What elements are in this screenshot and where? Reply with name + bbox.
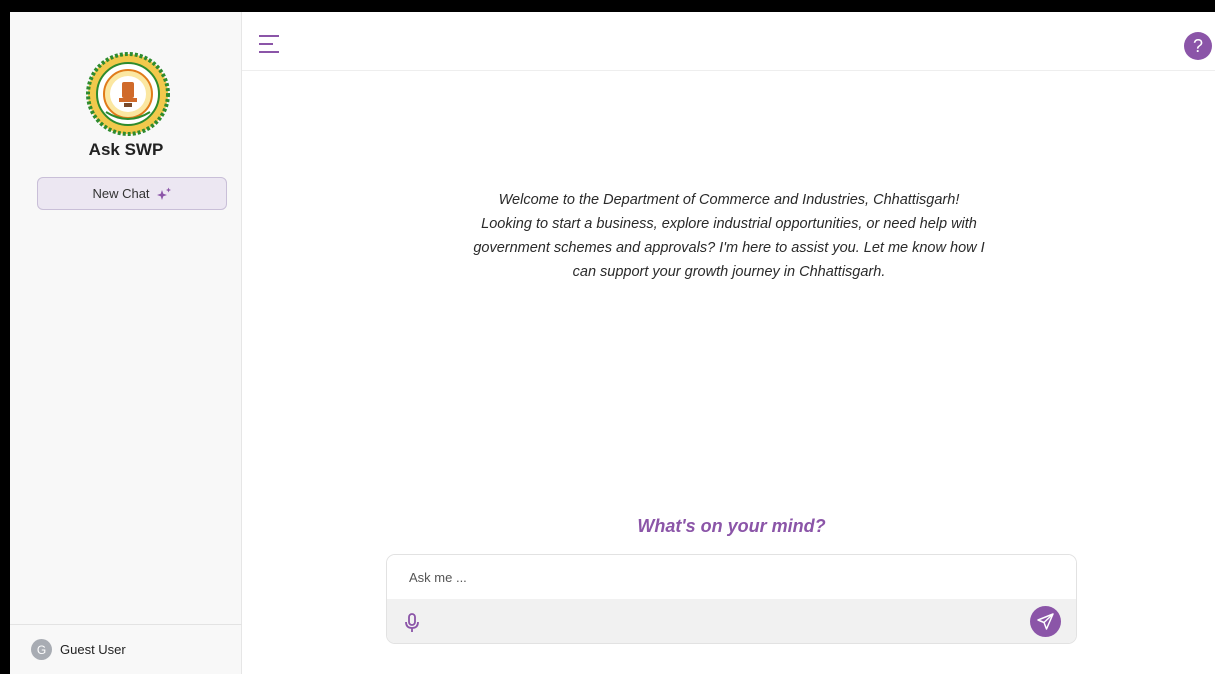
- prompt-heading: What's on your mind?: [637, 516, 826, 536]
- welcome-line: Looking to start a business, explore ind…: [481, 216, 977, 232]
- user-profile[interactable]: G Guest User: [10, 624, 242, 674]
- user-name: Guest User: [60, 642, 126, 657]
- government-emblem-logo: [86, 52, 170, 136]
- sidebar: Ask SWP New Chat G Guest User: [10, 12, 242, 674]
- app-title: Ask SWP: [88, 140, 164, 159]
- hamburger-menu-icon[interactable]: [257, 33, 281, 55]
- avatar: G: [31, 639, 52, 660]
- welcome-line: Welcome to the Department of Commerce an…: [498, 192, 960, 208]
- sparkle-icon: [156, 187, 171, 200]
- welcome-line: can support your growth journey in Chhat…: [572, 264, 886, 280]
- new-chat-button[interactable]: New Chat: [37, 177, 227, 210]
- welcome-message: Welcome to the Department of Commerce an…: [438, 188, 1020, 284]
- microphone-icon[interactable]: [403, 613, 421, 633]
- chat-input[interactable]: [387, 555, 1076, 599]
- composer-toolbar: [387, 599, 1076, 643]
- paper-plane-icon: [1037, 613, 1054, 630]
- new-chat-label: New Chat: [92, 186, 150, 201]
- send-button[interactable]: [1030, 606, 1061, 637]
- welcome-line: government schemes and approvals? I'm he…: [473, 240, 985, 256]
- main-content: ? Welcome to the Department of Commerce …: [242, 12, 1215, 674]
- help-button[interactable]: ?: [1184, 32, 1212, 60]
- app-window: Ask SWP New Chat G Guest User ? Welcome …: [10, 12, 1215, 674]
- question-mark-icon: ?: [1192, 35, 1203, 56]
- top-bar: ?: [242, 12, 1215, 71]
- chat-composer: [386, 554, 1077, 644]
